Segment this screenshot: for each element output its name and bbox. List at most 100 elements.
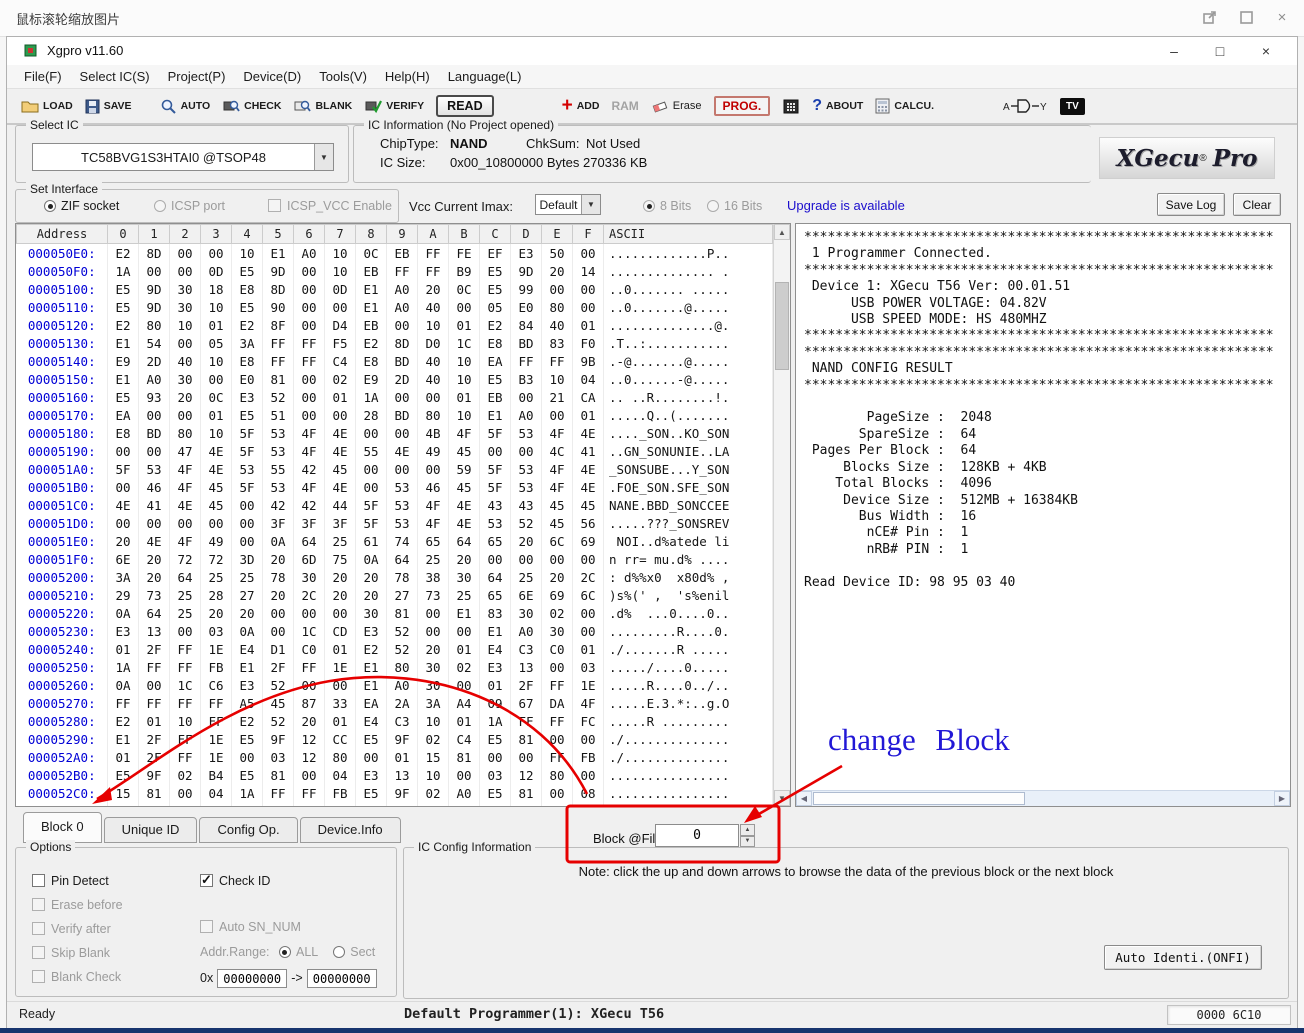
- hex-byte-cell[interactable]: 81: [511, 730, 542, 748]
- hex-byte-cell[interactable]: 4F: [294, 442, 325, 460]
- tab-unique-id[interactable]: Unique ID: [104, 817, 198, 843]
- hex-byte-cell[interactable]: BD: [387, 406, 418, 424]
- hex-byte-cell[interactable]: 21: [542, 388, 573, 406]
- hex-byte-cell[interactable]: 00: [232, 748, 263, 766]
- hex-byte-cell[interactable]: A0: [139, 370, 170, 388]
- hex-byte-cell[interactable]: 9D: [139, 298, 170, 316]
- hex-byte-cell[interactable]: 44: [325, 496, 356, 514]
- hex-byte-cell[interactable]: 2F: [511, 676, 542, 694]
- hex-byte-cell[interactable]: 00: [139, 514, 170, 532]
- hex-byte-cell[interactable]: 25: [449, 586, 480, 604]
- hex-byte-cell[interactable]: 45: [325, 460, 356, 478]
- hex-byte-cell[interactable]: A0: [511, 622, 542, 640]
- hex-byte-cell[interactable]: 6E: [108, 550, 139, 568]
- hex-byte-cell[interactable]: 5F: [356, 514, 387, 532]
- hex-byte-cell[interactable]: 0A: [232, 622, 263, 640]
- hex-byte-cell[interactable]: FB: [573, 748, 604, 766]
- hex-byte-cell[interactable]: 1A: [232, 784, 263, 802]
- hex-byte-cell[interactable]: B4: [201, 766, 232, 784]
- hex-byte-cell[interactable]: FF: [170, 658, 201, 676]
- menu-item-file-f-[interactable]: File(F): [15, 69, 71, 84]
- hex-byte-cell[interactable]: E1: [480, 622, 511, 640]
- read-button[interactable]: READ: [436, 95, 493, 117]
- hex-byte-cell[interactable]: 00: [480, 442, 511, 460]
- hex-byte-cell[interactable]: 4E: [387, 442, 418, 460]
- hex-byte-cell[interactable]: 53: [387, 478, 418, 496]
- hex-byte-cell[interactable]: 12: [294, 748, 325, 766]
- hex-byte-cell[interactable]: 00: [263, 622, 294, 640]
- hex-byte-cell[interactable]: C4: [325, 352, 356, 370]
- close-icon[interactable]: ×: [1272, 7, 1292, 27]
- hex-byte-cell[interactable]: E8: [108, 424, 139, 442]
- chevron-down-icon[interactable]: ▼: [581, 195, 600, 214]
- hex-byte-cell[interactable]: 1A: [511, 802, 542, 807]
- hex-byte-cell[interactable]: 00: [170, 514, 201, 532]
- hex-ascii-cell[interactable]: .....E.3.*:..g.O: [604, 694, 773, 712]
- hex-byte-cell[interactable]: 3A: [108, 568, 139, 586]
- hex-byte-cell[interactable]: 00: [573, 622, 604, 640]
- hex-byte-cell[interactable]: 81: [139, 784, 170, 802]
- hex-byte-cell[interactable]: FB: [573, 802, 604, 807]
- hex-byte-cell[interactable]: 8D: [387, 334, 418, 352]
- hex-byte-cell[interactable]: 45: [201, 496, 232, 514]
- hex-byte-cell[interactable]: 1E: [325, 658, 356, 676]
- hex-byte-cell[interactable]: 0D: [325, 280, 356, 298]
- hex-byte-cell[interactable]: 56: [573, 514, 604, 532]
- hex-byte-cell[interactable]: E3: [356, 622, 387, 640]
- hex-byte-cell[interactable]: 3F: [263, 514, 294, 532]
- hex-byte-cell[interactable]: 00: [387, 424, 418, 442]
- about-button[interactable]: ? ABOUT: [812, 97, 863, 115]
- tab-device-info[interactable]: Device.Info: [300, 817, 401, 843]
- hex-byte-cell[interactable]: E2: [108, 244, 139, 263]
- hex-byte-cell[interactable]: 2F: [139, 730, 170, 748]
- hex-byte-cell[interactable]: 10: [170, 712, 201, 730]
- hex-byte-cell[interactable]: E5: [356, 730, 387, 748]
- hex-byte-cell[interactable]: 03: [201, 622, 232, 640]
- hex-byte-cell[interactable]: FF: [511, 712, 542, 730]
- hex-byte-cell[interactable]: 9B: [573, 352, 604, 370]
- hex-byte-cell[interactable]: 01: [356, 802, 387, 807]
- hex-byte-cell[interactable]: 00: [542, 280, 573, 298]
- hex-byte-cell[interactable]: 40: [542, 316, 573, 334]
- hex-byte-cell[interactable]: 64: [387, 550, 418, 568]
- menu-item-language-l-[interactable]: Language(L): [439, 69, 531, 84]
- radio-icon[interactable]: [707, 200, 719, 212]
- prog-button[interactable]: PROG.: [714, 96, 771, 116]
- hex-byte-cell[interactable]: 84: [511, 316, 542, 334]
- checkbox-icon[interactable]: [268, 199, 281, 212]
- hex-byte-cell[interactable]: 01: [139, 712, 170, 730]
- hex-ascii-cell[interactable]: .FOE_SON.SFE_SON: [604, 478, 773, 496]
- hex-byte-cell[interactable]: 80: [294, 802, 325, 807]
- hex-byte-cell[interactable]: FF: [170, 748, 201, 766]
- hex-byte-cell[interactable]: EB: [356, 262, 387, 280]
- hex-byte-cell[interactable]: 43: [511, 496, 542, 514]
- hex-byte-cell[interactable]: 18: [201, 280, 232, 298]
- hex-byte-cell[interactable]: FF: [542, 676, 573, 694]
- blank-button[interactable]: BLANK: [293, 98, 352, 114]
- hex-byte-cell[interactable]: 30: [449, 568, 480, 586]
- hex-byte-cell[interactable]: 00: [573, 298, 604, 316]
- hex-byte-cell[interactable]: 00: [418, 622, 449, 640]
- hex-byte-cell[interactable]: E5: [356, 784, 387, 802]
- hex-byte-cell[interactable]: 1E: [201, 730, 232, 748]
- hex-byte-cell[interactable]: 00: [294, 298, 325, 316]
- checkbox-icon[interactable]: [32, 922, 45, 935]
- hex-byte-cell[interactable]: 30: [294, 568, 325, 586]
- hex-byte-cell[interactable]: FF: [263, 334, 294, 352]
- hex-byte-cell[interactable]: 80: [542, 766, 573, 784]
- app-close-icon[interactable]: ×: [1243, 39, 1289, 63]
- addr-to-input[interactable]: [307, 969, 377, 988]
- hex-byte-cell[interactable]: 4E: [449, 496, 480, 514]
- hex-byte-cell[interactable]: FC: [573, 712, 604, 730]
- hex-byte-cell[interactable]: 4B: [418, 424, 449, 442]
- hex-byte-cell[interactable]: FF: [170, 640, 201, 658]
- hex-byte-cell[interactable]: 00: [294, 676, 325, 694]
- hex-byte-cell[interactable]: E3: [511, 244, 542, 263]
- hex-byte-cell[interactable]: 01: [449, 640, 480, 658]
- hex-byte-cell[interactable]: 2D: [387, 370, 418, 388]
- hex-byte-cell[interactable]: 00: [542, 406, 573, 424]
- hex-ascii-cell[interactable]: ...._SON..KO_SON: [604, 424, 773, 442]
- hex-byte-cell[interactable]: E5: [480, 262, 511, 280]
- window-icon[interactable]: [1236, 7, 1256, 27]
- hex-byte-cell[interactable]: 00: [108, 514, 139, 532]
